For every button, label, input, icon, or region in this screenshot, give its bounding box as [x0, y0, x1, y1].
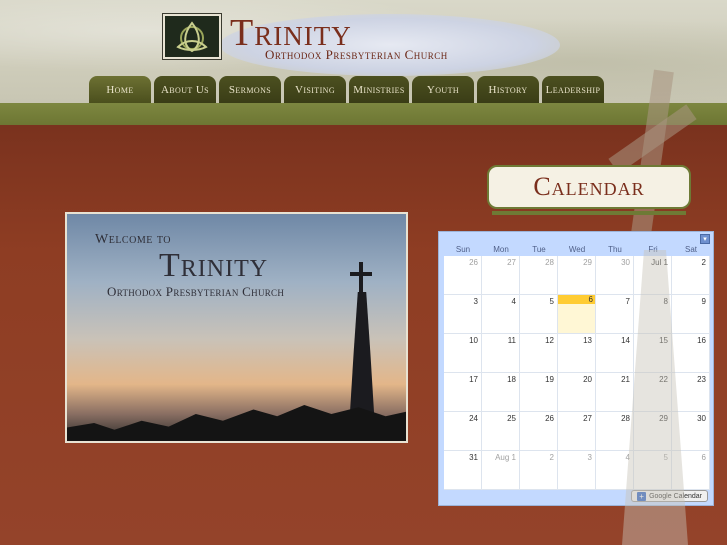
main-navigation: Home About Us Sermons Visiting Ministries You… [89, 76, 604, 103]
calendar-day-cell[interactable]: 20 [558, 373, 596, 412]
calendar-day-number: 9 [701, 297, 706, 306]
calendar-heading-underline [492, 211, 686, 215]
calendar-day-number: 6 [558, 295, 595, 304]
calendar-day-number: 2 [701, 258, 706, 267]
calendar-day-number: 26 [469, 258, 478, 267]
nav-tab-sermons[interactable]: Sermons [219, 76, 281, 103]
welcome-line-2: Trinity [159, 247, 269, 284]
church-logo[interactable] [162, 13, 222, 60]
calendar-day-number: 27 [583, 414, 592, 423]
calendar-day-number: 30 [621, 258, 630, 267]
calendar-day-number: 20 [583, 375, 592, 384]
nav-tab-home[interactable]: Home [89, 76, 151, 103]
nav-tab-visiting[interactable]: Visiting [284, 76, 346, 103]
calendar-day-cell[interactable]: 14 [596, 334, 634, 373]
calendar-day-number: 30 [697, 414, 706, 423]
calendar-day-cell[interactable]: 30 [596, 256, 634, 295]
photo-cross-horizontal [350, 272, 372, 276]
site-subtitle: Orthodox Presbyterian Church [265, 47, 448, 62]
calendar-day-cell[interactable]: 27 [482, 256, 520, 295]
calendar-day-cell[interactable]: 11 [482, 334, 520, 373]
calendar-day-cell[interactable]: 29 [558, 256, 596, 295]
calendar-day-number: 27 [507, 258, 516, 267]
calendar-day-cell[interactable]: 27 [558, 412, 596, 451]
calendar-day-cell[interactable]: 25 [482, 412, 520, 451]
calendar-day-number: 26 [545, 414, 554, 423]
calendar-day-number: 6 [701, 453, 706, 462]
calendar-day-number: 31 [469, 453, 478, 462]
calendar-day-number: 28 [621, 414, 630, 423]
calendar-day-number: 13 [583, 336, 592, 345]
calendar-day-number: 7 [625, 297, 630, 306]
calendar-day-number: 12 [545, 336, 554, 345]
calendar-day-cell[interactable]: 17 [444, 373, 482, 412]
calendar-day-number: 2 [549, 453, 554, 462]
calendar-day-number: 19 [545, 375, 554, 384]
calendar-day-number: 3 [587, 453, 592, 462]
calendar-day-cell[interactable]: 24 [444, 412, 482, 451]
calendar-day-cell[interactable]: 7 [596, 295, 634, 334]
calendar-day-number: Aug 1 [495, 453, 516, 462]
calendar-day-cell[interactable]: 4 [482, 295, 520, 334]
trinity-knot-icon [176, 20, 208, 52]
calendar-heading: Calendar [487, 165, 691, 209]
welcome-line-1: Welcome to [95, 232, 171, 247]
calendar-day-cell[interactable]: 2 [520, 451, 558, 490]
photo-cross-vertical [359, 262, 363, 296]
calendar-day-number: 23 [697, 375, 706, 384]
nav-tab-leadership[interactable]: Leadership [542, 76, 604, 103]
calendar-day-cell[interactable]: 5 [520, 295, 558, 334]
nav-tab-youth[interactable]: Youth [412, 76, 474, 103]
calendar-day-cell[interactable]: 21 [596, 373, 634, 412]
calendar-day-number: 14 [621, 336, 630, 345]
calendar-day-cell[interactable]: 23 [672, 373, 710, 412]
calendar-day-number: 18 [507, 375, 516, 384]
calendar-day-cell[interactable]: 19 [520, 373, 558, 412]
nav-tab-history[interactable]: History [477, 76, 539, 103]
calendar-day-number: 24 [469, 414, 478, 423]
calendar-day-cell[interactable]: 2 [672, 256, 710, 295]
welcome-banner-image: Welcome to Trinity Orthodox Presbyterian… [65, 212, 408, 443]
calendar-day-cell[interactable]: 16 [672, 334, 710, 373]
calendar-day-cell[interactable]: 18 [482, 373, 520, 412]
calendar-day-number: 17 [469, 375, 478, 384]
calendar-day-number: 28 [545, 258, 554, 267]
calendar-day-cell[interactable]: 12 [520, 334, 558, 373]
calendar-day-cell[interactable]: Aug 1 [482, 451, 520, 490]
calendar-day-number: 4 [511, 297, 516, 306]
nav-tab-about-us[interactable]: About Us [154, 76, 216, 103]
calendar-day-cell[interactable]: 28 [596, 412, 634, 451]
welcome-line-3: Orthodox Presbyterian Church [107, 284, 285, 299]
calendar-day-number: 16 [697, 336, 706, 345]
calendar-day-cell[interactable]: 26 [444, 256, 482, 295]
calendar-day-today[interactable]: 6 [558, 295, 596, 334]
calendar-day-cell[interactable]: 3 [444, 295, 482, 334]
calendar-day-number: 11 [507, 336, 516, 345]
calendar-day-cell[interactable]: 31 [444, 451, 482, 490]
calendar-day-cell[interactable]: 13 [558, 334, 596, 373]
calendar-day-number: 25 [507, 414, 516, 423]
calendar-day-cell[interactable]: 28 [520, 256, 558, 295]
calendar-day-cell[interactable]: 26 [520, 412, 558, 451]
nav-tab-ministries[interactable]: Ministries [349, 76, 409, 103]
nav-underline-band [0, 103, 727, 125]
calendar-day-cell[interactable]: 9 [672, 295, 710, 334]
calendar-day-cell[interactable]: 10 [444, 334, 482, 373]
calendar-day-number: 10 [469, 336, 478, 345]
calendar-day-number: 29 [583, 258, 592, 267]
chevron-down-icon[interactable]: ▾ [700, 234, 710, 244]
calendar-day-number: 5 [549, 297, 554, 306]
calendar-day-number: 3 [473, 297, 478, 306]
calendar-day-cell[interactable]: 3 [558, 451, 596, 490]
calendar-day-number: 21 [621, 375, 630, 384]
